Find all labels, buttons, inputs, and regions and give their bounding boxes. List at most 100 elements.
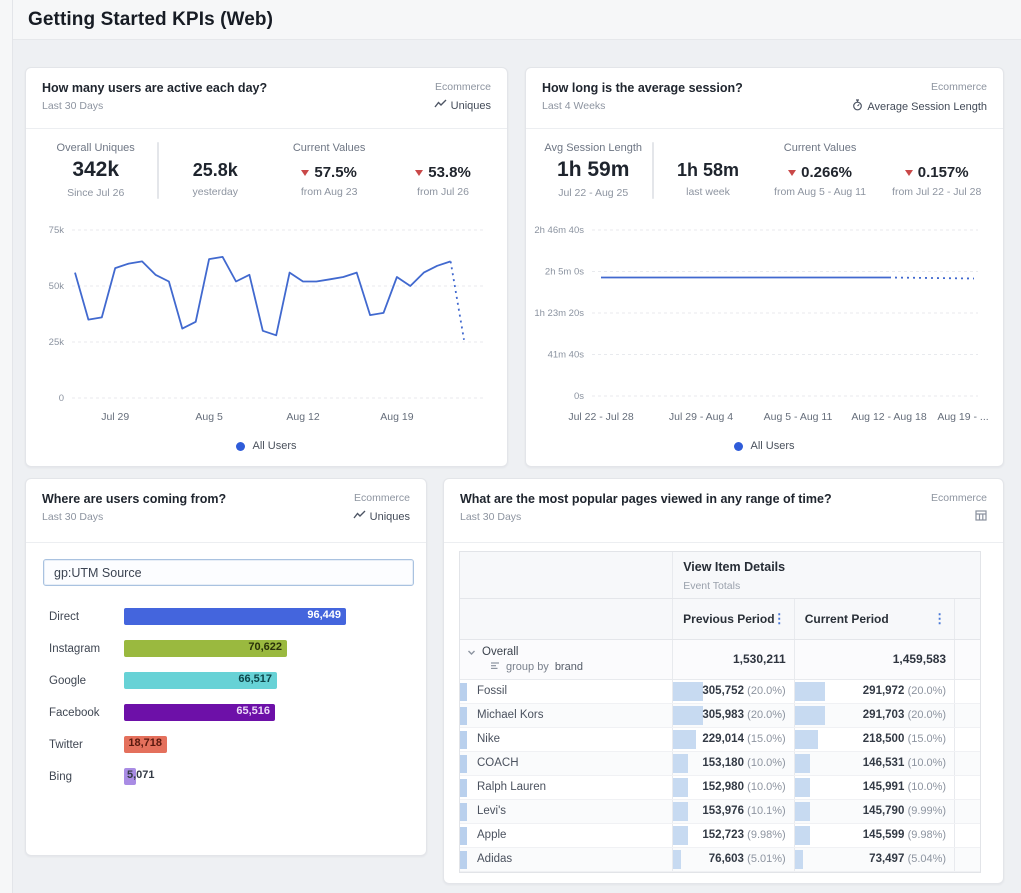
previous-period-menu-icon[interactable]: ⋮ [773,611,786,627]
bar-category-label: Bing [49,771,72,783]
legend-label: All Users [750,440,794,452]
bar-value-label: 70,622 [248,641,282,653]
cell-value-bar [795,778,810,797]
bar-category-label: Facebook [49,707,100,719]
row-color-indicator [460,707,467,725]
current-percent: (9.99%) [908,805,947,817]
current-value: 291,703 [863,709,905,721]
current-value: 146,531 [863,757,905,769]
series-line-solid [75,257,451,335]
panel-header: How long is the average session? Last 4 … [526,68,1003,112]
chart-legend[interactable]: All Users [526,440,1003,452]
y-axis-tick: 0 [59,393,64,404]
stat-delta-2: 53.8% from Jul 26 [387,142,499,198]
table-row[interactable]: Adidas76,603 (5.01%)73,497 (5.04%) [460,848,980,872]
arrow-down-icon [788,170,796,176]
bar[interactable]: 18,718 [124,736,167,753]
bar[interactable]: 66,517 [124,672,277,689]
previous-percent: (10.0%) [747,781,786,793]
table-row[interactable]: COACH153,180 (10.0%)146,531 (10.0%) [460,752,980,776]
table-header-periods: Previous Period ⋮ Current Period ⋮ [460,599,980,640]
stat-delta-2: 0.157% from Jul 22 - Jul 28 [878,142,995,198]
previous-percent: (10.1%) [747,805,786,817]
series-line-dashed [451,261,464,339]
metric-label: Average Session Length [867,101,987,113]
bar[interactable]: 65,516 [124,704,275,721]
panel-date-range: Last 30 Days [42,100,491,112]
current-percent: (10.0%) [908,781,947,793]
bar-row-facebook: Facebook 65,516 [26,698,426,730]
table-row[interactable]: Fossil305,752 (20.0%)291,972 (20.0%) [460,680,980,704]
previous-percent: (9.98%) [747,829,786,841]
overall-label: Overall [482,646,518,658]
group-by-field[interactable]: brand [555,661,583,673]
current-value: 145,599 [863,829,905,841]
chart-legend[interactable]: All Users [26,440,507,452]
bar[interactable]: 5,071 [124,768,136,785]
brand-name: Apple [477,829,506,841]
x-axis-tick: Jul 22 - Jul 28 [568,411,634,423]
current-period-header[interactable]: Current Period ⋮ [795,599,955,639]
row-color-indicator [460,779,467,797]
table-row[interactable]: Michael Kors305,983 (20.0%)291,703 (20.0… [460,704,980,728]
previous-period-header[interactable]: Previous Period ⋮ [673,599,795,639]
row-color-indicator [460,827,467,845]
cell-value-bar [795,826,810,845]
breakdown-select[interactable]: gp:UTM Source [43,559,414,586]
stat-latest-value: 25.8k yesterday [159,142,271,198]
event-totals-label: Event Totals [683,580,740,592]
y-axis-tick: 0s [574,391,584,402]
brand-name: Michael Kors [477,709,543,721]
panel-title: How many users are active each day? [42,81,491,95]
row-color-indicator [460,683,467,701]
stat-delta-1: Current Values 0.266% from Aug 5 - Aug 1… [762,142,879,198]
arrow-down-icon [301,170,309,176]
project-label: Ecommerce [931,492,987,504]
x-axis-tick: Aug 12 [286,411,319,423]
bar-category-label: Instagram [49,643,100,655]
arrow-down-icon [415,170,423,176]
chevron-down-icon[interactable] [467,648,477,658]
previous-value: 153,976 [702,805,744,817]
y-axis-tick: 2h 46m 40s [534,225,584,236]
table-row[interactable]: Ralph Lauren152,980 (10.0%)145,991 (10.0… [460,776,980,800]
cell-value-bar [795,682,825,701]
x-axis-tick: Aug 19 [380,411,413,423]
bar-row-bing: Bing 5,071 [26,762,426,794]
current-value: 73,497 [869,853,904,865]
project-label: Ecommerce [852,81,987,93]
daily-active-line-chart[interactable]: 75k50k25k0Jul 29Aug 5Aug 12Aug 19 [26,221,507,433]
stat-avg-session: Avg Session Length 1h 59m Jul 22 - Aug 2… [534,142,652,199]
table-row[interactable]: Nike229,014 (15.0%)218,500 (15.0%) [460,728,980,752]
bar-value-label: 18,718 [128,737,162,749]
metric-label: Uniques [451,100,491,112]
panel-user-sources: Where are users coming from? Last 30 Day… [25,478,427,856]
bar[interactable]: 70,622 [124,640,287,657]
panel-title: What are the most popular pages viewed i… [460,492,987,506]
cell-value-bar [673,730,696,749]
y-axis-tick: 1h 23m 20s [534,308,584,319]
y-axis-tick: 41m 40s [548,350,585,361]
table-header-event: View Item Details Event Totals [460,552,980,599]
bar-row-direct: Direct96,449 [26,602,426,634]
cell-value-bar [673,682,703,701]
brand-name: Ralph Lauren [477,781,546,793]
brand-name: Fossil [477,685,507,697]
table-row[interactable]: Levi's153,976 (10.1%)145,790 (9.99%) [460,800,980,824]
bar[interactable]: 96,449 [124,608,346,625]
table-row-overall[interactable]: Overall group by brand 1,530,211 1,459,5… [460,640,980,680]
brand-name: Levi's [477,805,506,817]
current-value: 218,500 [863,733,905,745]
previous-value: 76,603 [709,853,744,865]
left-rail [0,0,13,893]
current-period-menu-icon[interactable]: ⋮ [933,611,946,627]
bar-value-label: 65,516 [236,705,270,717]
x-axis-tick: Aug 5 [195,411,223,423]
avg-session-line-chart[interactable]: 2h 46m 40s2h 5m 0s1h 23m 20s41m 40s0sJul… [526,221,1003,433]
bar-value-label: 96,449 [307,609,341,621]
bar-row-twitter: Twitter18,718 [26,730,426,762]
cell-value-bar [673,826,688,845]
table-row[interactable]: Apple152,723 (9.98%)145,599 (9.98%) [460,824,980,848]
x-axis-tick: Jul 29 - Aug 4 [669,411,733,423]
row-color-indicator [460,851,467,869]
